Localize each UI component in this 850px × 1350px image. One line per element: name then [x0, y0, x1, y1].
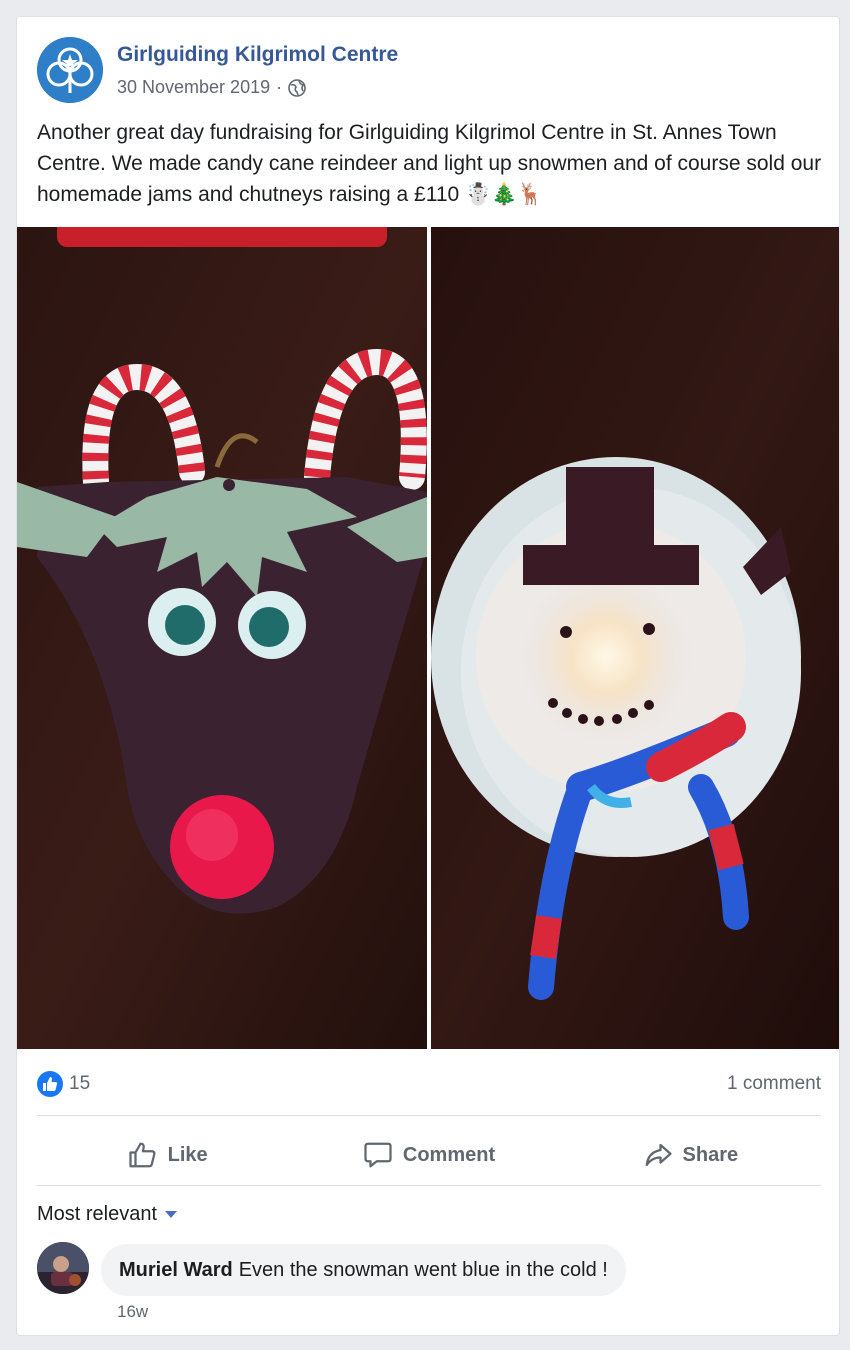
reindeer-photo[interactable]: [17, 227, 427, 1049]
stats-divider: [37, 1115, 821, 1116]
comment-sort-dropdown[interactable]: Most relevant: [37, 1203, 178, 1226]
like-count-value: 15: [69, 1073, 91, 1094]
page-avatar[interactable]: [37, 37, 103, 103]
post-card: Girlguiding Kilgrimol Centre 30 November…: [16, 16, 840, 1336]
like-badge-icon: [37, 1071, 63, 1097]
actions-divider: [37, 1185, 821, 1186]
globe-icon: [288, 78, 306, 97]
comment-text: Even the snowman went blue in the cold !: [238, 1258, 608, 1281]
comment-button[interactable]: Comment: [298, 1129, 559, 1181]
meta-separator: ·: [276, 77, 283, 97]
share-button[interactable]: Share: [560, 1129, 821, 1181]
post-stats: 15 1 comment: [37, 1069, 821, 1099]
comment-age[interactable]: 16w: [117, 1302, 148, 1322]
like-label: Like: [167, 1143, 208, 1166]
comment-bubble: Muriel Ward Even the snowman went blue i…: [101, 1244, 626, 1296]
page-name[interactable]: Girlguiding Kilgrimol Centre: [117, 43, 398, 67]
caret-down-icon: [165, 1210, 178, 1218]
comment-author[interactable]: Muriel Ward: [119, 1259, 233, 1282]
thumbs-up-outline-icon: [129, 1142, 156, 1168]
snowman-photo[interactable]: [431, 227, 839, 1049]
post-date[interactable]: 30 November 2019: [117, 77, 270, 98]
avatar-photo: [37, 1242, 89, 1294]
thumbs-up-icon: [43, 1077, 58, 1091]
reindeer-image: [17, 227, 427, 1049]
like-button[interactable]: Like: [37, 1129, 298, 1181]
speech-bubble-icon: [364, 1142, 392, 1168]
share-label: Share: [682, 1143, 739, 1166]
post-meta: 30 November 2019 ·: [117, 77, 306, 98]
comment-item: Muriel Ward Even the snowman went blue i…: [37, 1242, 821, 1322]
comment-count[interactable]: 1 comment: [727, 1073, 821, 1095]
commenter-avatar[interactable]: [37, 1242, 89, 1294]
snowman-image: [431, 227, 839, 1049]
post-header: Girlguiding Kilgrimol Centre 30 November…: [37, 37, 817, 107]
like-count[interactable]: 15: [37, 1071, 90, 1097]
share-arrow-icon: [645, 1143, 672, 1167]
action-bar: Like Comment Share: [37, 1129, 821, 1181]
sort-label: Most relevant: [37, 1203, 158, 1225]
trefoil-logo-icon: [37, 37, 103, 103]
post-text: Another great day fundraising for Girlgu…: [37, 121, 822, 206]
comment-label: Comment: [402, 1143, 496, 1166]
